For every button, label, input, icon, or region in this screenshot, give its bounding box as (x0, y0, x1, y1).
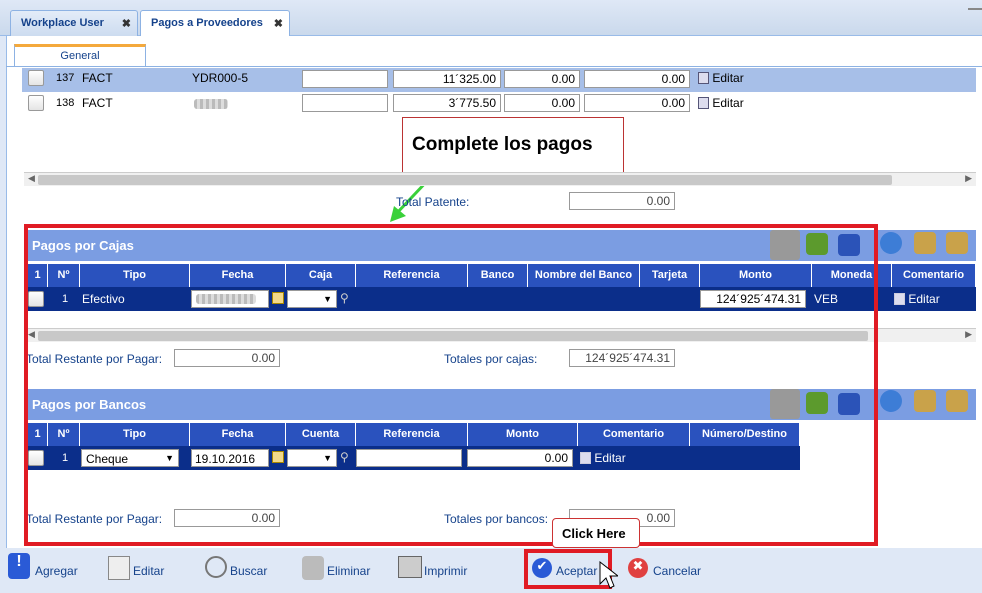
edit-label: Editar (908, 292, 940, 306)
note-icon (894, 293, 905, 305)
scroll-left-icon[interactable]: ◀ (28, 173, 35, 184)
edit-icon[interactable] (108, 556, 130, 580)
row-value[interactable]: 0.00 (584, 94, 690, 112)
click-here-callout: Click Here (552, 518, 640, 548)
eliminar-button[interactable]: Eliminar (327, 564, 370, 578)
table-row[interactable]: 137 FACT YDR000-5 11´325.00 0.00 0.00 Ed… (22, 68, 976, 92)
row-input[interactable] (302, 94, 388, 112)
edit-link[interactable]: Editar (698, 96, 744, 110)
total-patente-value: 0.00 (569, 192, 675, 210)
printer-icon[interactable] (398, 556, 422, 578)
divider (6, 66, 982, 67)
agregar-button[interactable]: Agregar (35, 564, 78, 578)
row-reference: YDR000-5 (192, 71, 249, 85)
database-remove-icon[interactable] (946, 390, 968, 412)
highlight-box (24, 224, 878, 546)
cursor-icon (599, 560, 618, 589)
redacted-reference (194, 99, 228, 109)
row-number: 137 (56, 72, 75, 84)
edit-label: Editar (712, 96, 744, 110)
scroll-right-icon[interactable]: ▶ (965, 329, 972, 340)
database-add-icon[interactable] (914, 390, 936, 412)
edit-label: Editar (712, 71, 744, 85)
scrollbar-thumb[interactable] (38, 175, 892, 185)
total-patente-label: Total Patente: (396, 195, 470, 209)
info-icon: ! (8, 553, 30, 579)
database-delete-icon[interactable] (302, 556, 324, 580)
tab-label: Pagos a Proveedores (151, 17, 263, 29)
horizontal-scrollbar[interactable]: ◀ ▶ (24, 172, 976, 186)
edit-link[interactable]: Editar (698, 71, 744, 85)
scroll-tabs-icon[interactable] (968, 4, 982, 10)
row-value[interactable]: 0.00 (504, 94, 580, 112)
tab-pagos-proveedores[interactable]: Pagos a Proveedores ✖ (140, 10, 290, 37)
check-icon[interactable]: ✔ (532, 558, 552, 578)
row-amount[interactable]: 3´775.50 (393, 94, 501, 112)
database-remove-icon[interactable] (946, 232, 968, 254)
table-row[interactable]: 138 FACT 3´775.50 0.00 0.00 Editar (22, 92, 976, 116)
tab-general[interactable]: General (14, 44, 146, 66)
annotation-callout: Complete los pagos (402, 117, 624, 173)
row-checkbox[interactable] (28, 70, 44, 86)
row-value[interactable]: 0.00 (584, 70, 690, 88)
buscar-button[interactable]: Buscar (230, 564, 267, 578)
refresh-icon[interactable] (880, 390, 902, 412)
cancel-icon[interactable]: ✖ (628, 558, 648, 578)
column-header[interactable]: Comentario (892, 264, 976, 287)
edit-link[interactable]: Editar (894, 292, 940, 306)
row-number: 138 (56, 97, 75, 109)
editar-button[interactable]: Editar (133, 564, 164, 578)
imprimir-button[interactable]: Imprimir (424, 564, 467, 578)
tab-workplace-user[interactable]: Workplace User ✖ (10, 10, 138, 36)
scroll-right-icon[interactable]: ▶ (965, 173, 972, 184)
row-value[interactable]: 0.00 (504, 70, 580, 88)
row-type: FACT (82, 71, 113, 85)
note-icon (698, 97, 709, 109)
refresh-icon[interactable] (880, 232, 902, 254)
row-amount[interactable]: 11´325.00 (393, 70, 501, 88)
row-checkbox[interactable] (28, 95, 44, 111)
row-input[interactable] (302, 70, 388, 88)
close-icon[interactable]: ✖ (274, 17, 283, 30)
note-icon (698, 72, 709, 84)
close-icon[interactable]: ✖ (122, 17, 131, 30)
aceptar-button[interactable]: Aceptar (556, 564, 597, 578)
row-type: FACT (82, 96, 113, 110)
tab-label: Workplace User (21, 17, 104, 29)
database-add-icon[interactable] (914, 232, 936, 254)
cancelar-button[interactable]: Cancelar (653, 564, 701, 578)
search-icon[interactable] (205, 556, 227, 578)
